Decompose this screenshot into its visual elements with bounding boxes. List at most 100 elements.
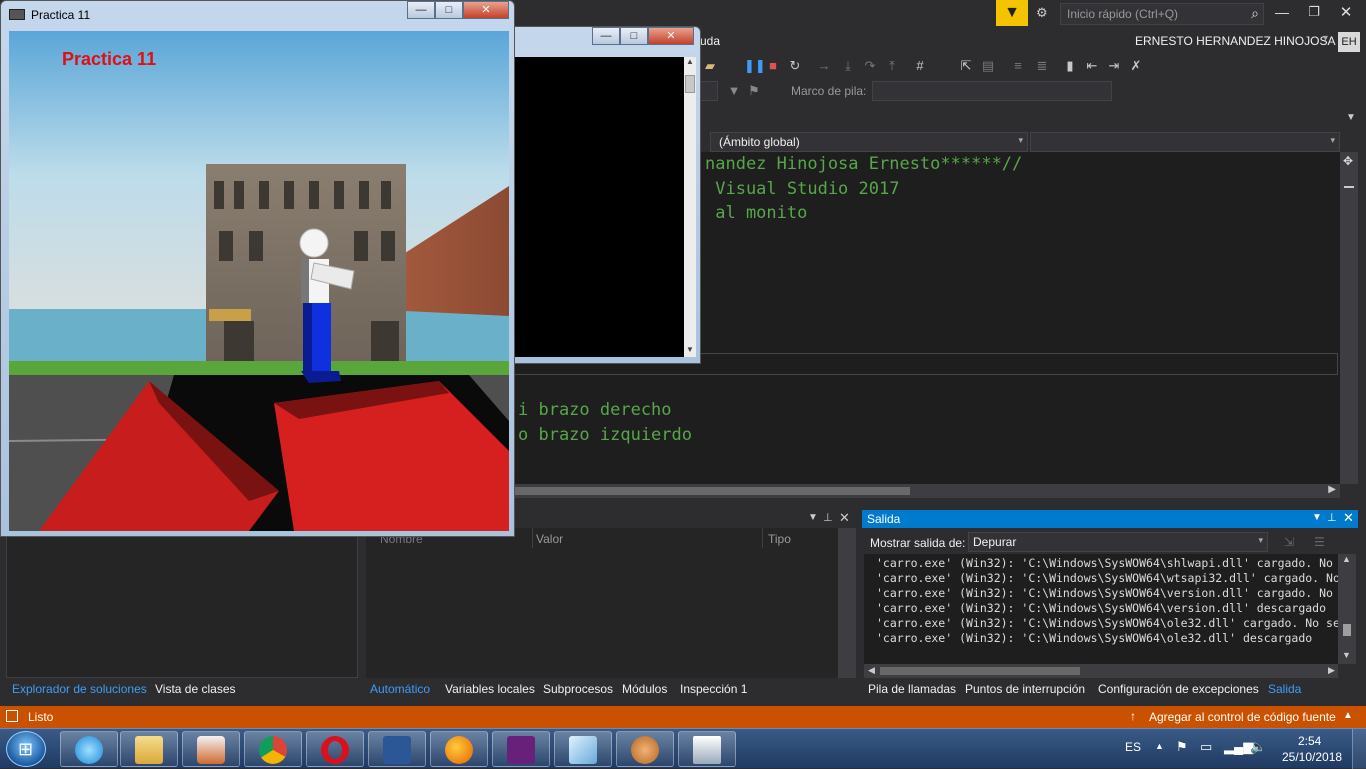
- taskbar-chrome[interactable]: [244, 731, 302, 767]
- output-horizontal-scrollbar[interactable]: ◀ ▶: [864, 664, 1338, 678]
- close-icon[interactable]: ✕: [839, 510, 850, 526]
- chevron-up-icon[interactable]: ▲: [1343, 710, 1353, 721]
- tab-autos[interactable]: Automático: [370, 682, 430, 696]
- scrollbar-thumb[interactable]: [510, 487, 910, 495]
- threads-icon[interactable]: ▤: [980, 58, 996, 74]
- minimize-button[interactable]: —: [592, 27, 620, 45]
- feedback-icon[interactable]: ⚙: [1036, 5, 1052, 21]
- console-window[interactable]: — □ ✕ ▲ ▼: [505, 26, 701, 364]
- action-center-icon[interactable]: ⚑: [1176, 739, 1188, 755]
- minimize-button[interactable]: —: [407, 1, 435, 19]
- scope-dropdown[interactable]: (Ámbito global) ▾: [710, 132, 1028, 152]
- editor-vertical-scrollbar[interactable]: ✥: [1340, 152, 1358, 484]
- chevron-down-icon[interactable]: ▾: [1323, 33, 1328, 44]
- column-header-value[interactable]: Valor: [536, 532, 563, 546]
- start-button[interactable]: ⊞: [6, 731, 46, 767]
- output-text-area[interactable]: 'carro.exe' (Win32): 'C:\Windows\SysWOW6…: [864, 554, 1338, 664]
- taskbar-opera[interactable]: [306, 731, 364, 767]
- menu-item-ayuda[interactable]: uda: [700, 34, 720, 48]
- stop-icon[interactable]: ■: [765, 58, 781, 74]
- hex-display-icon[interactable]: #: [912, 58, 928, 74]
- network-icon[interactable]: ▂▄▆: [1224, 739, 1253, 755]
- thread-icon[interactable]: ⇱: [958, 58, 974, 74]
- stack-frame-dropdown[interactable]: [872, 81, 1112, 101]
- user-name[interactable]: ERNESTO HERNANDEZ HINOJOSA: [1135, 34, 1335, 48]
- prev-bookmark-icon[interactable]: ⇤: [1084, 58, 1100, 74]
- taskbar-glut-app[interactable]: [616, 731, 674, 767]
- column-header-type[interactable]: Tipo: [768, 532, 791, 546]
- quick-launch-input[interactable]: Inicio rápido (Ctrl+Q) ⌕: [1060, 3, 1264, 25]
- taskbar-media[interactable]: [182, 731, 240, 767]
- clear-bookmarks-icon[interactable]: ✗: [1128, 58, 1144, 74]
- taskbar-explorer[interactable]: [120, 731, 178, 767]
- process-dropdown[interactable]: [700, 81, 718, 101]
- opengl-viewport[interactable]: Practica 11: [9, 31, 509, 531]
- pin-icon[interactable]: ⊥: [823, 511, 833, 524]
- output-vertical-scrollbar[interactable]: ▲ ▼: [1338, 554, 1356, 664]
- autos-vertical-scrollbar[interactable]: [838, 528, 856, 678]
- editor-horizontal-scrollbar[interactable]: ▶: [510, 484, 1340, 498]
- tab-locals[interactable]: Variables locales: [445, 682, 535, 696]
- practica-window[interactable]: Practica 11 — □ ✕ Practica 11: [0, 0, 515, 537]
- show-hidden-icons[interactable]: ▲: [1155, 741, 1164, 751]
- taskbar-glass-app[interactable]: [554, 731, 612, 767]
- source-control-button[interactable]: Agregar al control de código fuente: [1149, 710, 1336, 724]
- taskbar-firefox[interactable]: [430, 731, 488, 767]
- bookmark-icon[interactable]: ▮: [1062, 58, 1078, 74]
- step-over-icon[interactable]: ↷: [862, 58, 878, 74]
- close-button[interactable]: ✕: [463, 1, 509, 19]
- chevron-down-icon[interactable]: ▼: [1346, 112, 1356, 123]
- tab-breakpoints[interactable]: Puntos de interrupción: [965, 682, 1085, 696]
- taskbar-word[interactable]: [368, 731, 426, 767]
- step-into-icon[interactable]: ⤓: [840, 58, 856, 74]
- clock-date[interactable]: 25/10/2018: [1282, 750, 1342, 764]
- chevron-down-icon[interactable]: ▼: [808, 512, 818, 523]
- scrollbar-thumb[interactable]: [1344, 186, 1354, 188]
- uncomment-icon[interactable]: ≣: [1034, 58, 1050, 74]
- tab-call-stack[interactable]: Pila de llamadas: [868, 682, 956, 696]
- tab-exception-settings[interactable]: Configuración de excepciones: [1098, 682, 1259, 696]
- output-source-dropdown[interactable]: Depurar ▾: [968, 532, 1268, 552]
- tab-watch-1[interactable]: Inspección 1: [680, 682, 747, 696]
- flag-threads-icon[interactable]: ⚑: [746, 83, 762, 99]
- filter-threads-icon[interactable]: ▼: [726, 83, 742, 99]
- console-scrollbar[interactable]: ▲ ▼: [684, 57, 696, 357]
- next-bookmark-icon[interactable]: ⇥: [1106, 58, 1122, 74]
- comment-icon[interactable]: ≡: [1010, 58, 1026, 74]
- clock-time[interactable]: 2:54: [1298, 734, 1321, 748]
- maximize-button[interactable]: □: [435, 1, 463, 19]
- pin-icon[interactable]: ⊥: [1327, 511, 1337, 524]
- tab-threads[interactable]: Subprocesos: [543, 682, 613, 696]
- restart-icon[interactable]: ↻: [787, 58, 803, 74]
- chevron-right-icon[interactable]: ▶: [1328, 484, 1336, 495]
- step-out-icon[interactable]: ⤒: [884, 58, 900, 74]
- pause-icon[interactable]: ❚❚: [744, 58, 766, 74]
- tab-class-view[interactable]: Vista de clases: [155, 682, 236, 696]
- tab-modules[interactable]: Módulos: [622, 682, 667, 696]
- tab-solution-explorer[interactable]: Explorador de soluciones: [12, 682, 147, 696]
- tab-output[interactable]: Salida: [1268, 682, 1301, 696]
- show-desktop-button[interactable]: [1352, 729, 1366, 769]
- taskbar-visual-studio[interactable]: [492, 731, 550, 767]
- folder-icon[interactable]: ▰: [702, 58, 718, 74]
- volume-icon[interactable]: 🔈: [1250, 739, 1266, 755]
- language-indicator[interactable]: ES: [1125, 740, 1141, 754]
- power-icon[interactable]: ▭: [1200, 739, 1212, 755]
- show-next-statement-icon[interactable]: →: [816, 58, 832, 74]
- console-output-area[interactable]: [514, 57, 684, 357]
- split-icon[interactable]: ✥: [1343, 154, 1353, 168]
- filter-icon[interactable]: ▼: [996, 0, 1028, 26]
- restore-button[interactable]: ❐: [1304, 4, 1324, 20]
- clear-all-icon[interactable]: ☰: [1314, 535, 1325, 549]
- taskbar-ie[interactable]: [60, 731, 118, 767]
- close-button[interactable]: ✕: [1336, 3, 1356, 21]
- close-button[interactable]: ✕: [648, 27, 694, 45]
- user-avatar[interactable]: EH: [1338, 32, 1360, 52]
- chevron-down-icon[interactable]: ▼: [1312, 512, 1322, 523]
- taskbar-console-app[interactable]: [678, 731, 736, 767]
- minimize-button[interactable]: —: [1272, 4, 1292, 20]
- close-icon[interactable]: ✕: [1343, 510, 1354, 526]
- maximize-button[interactable]: □: [620, 27, 648, 45]
- member-dropdown[interactable]: ▾: [1030, 132, 1340, 152]
- find-message-icon[interactable]: ⇲: [1284, 535, 1294, 549]
